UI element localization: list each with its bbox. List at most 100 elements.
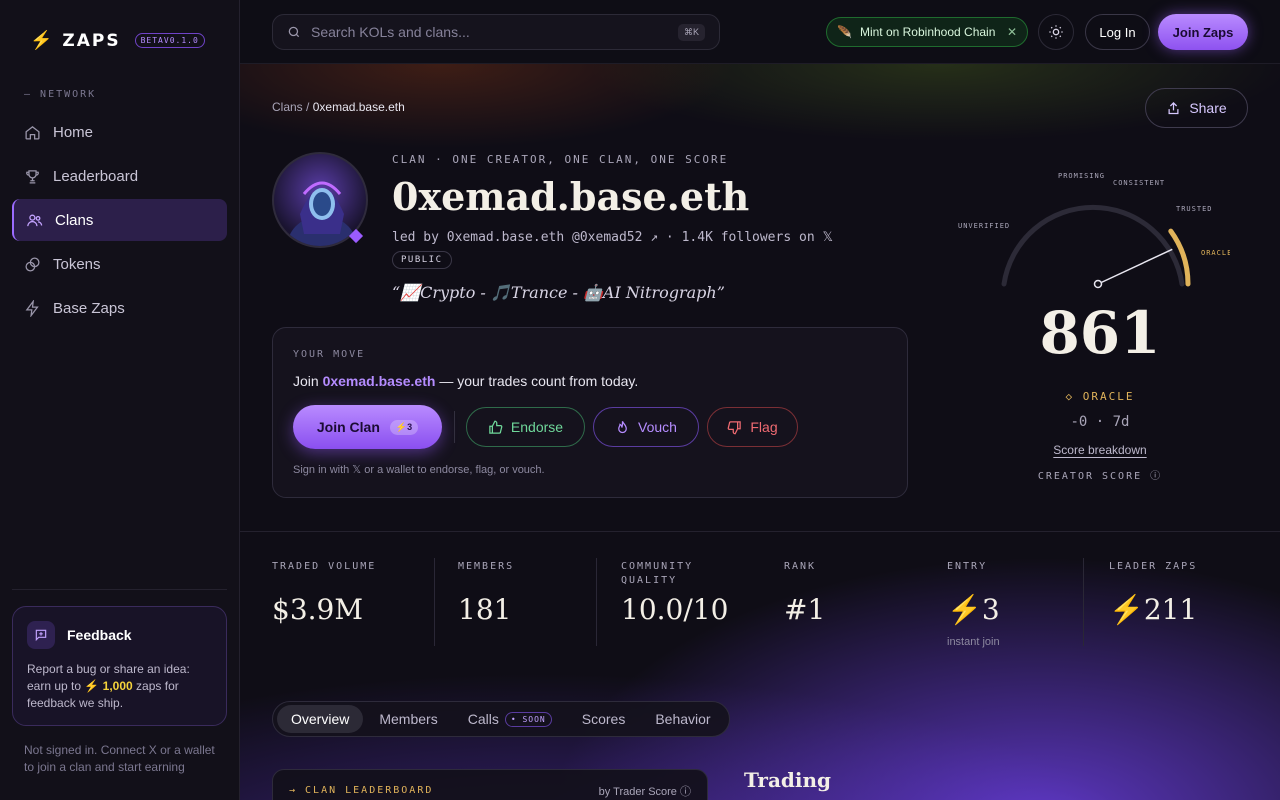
sidebar-item-clans[interactable]: Clans	[12, 199, 227, 241]
your-move-text: Join 0xemad.base.eth — your trades count…	[293, 373, 639, 389]
clan-quote: “📈Crypto - 🎵Trance - 🤖AI Nitrograph”	[392, 283, 725, 302]
tab-scores[interactable]: Scores	[568, 705, 640, 733]
stat-rank: RANK #1	[784, 561, 826, 626]
trophy-icon	[26, 169, 39, 184]
stat-divider	[596, 558, 597, 646]
close-icon[interactable]: ✕	[1007, 25, 1017, 39]
coins-icon	[25, 256, 40, 272]
sign-in-hint: Sign in with 𝕏 or a wallet to endorse, f…	[293, 464, 545, 476]
breadcrumb: Clans / 0xemad.base.eth	[272, 100, 405, 114]
feedback-text: Report a bug or share an idea: earn up t…	[27, 662, 190, 710]
sidebar-item-base-zaps[interactable]: Base Zaps	[12, 287, 227, 329]
version-badge: BETAV0.1.0	[134, 33, 205, 48]
join-cost-badge: ⚡3	[389, 419, 419, 435]
stat-members: MEMBERS 181	[458, 561, 515, 626]
join-clan-button[interactable]: Join Clan ⚡3	[293, 405, 442, 449]
sidebar-item-tokens[interactable]: Tokens	[12, 243, 227, 285]
sidebar-divider	[12, 589, 227, 590]
main-content: Clans / 0xemad.base.eth Share CLAN · ONE…	[240, 64, 1280, 800]
flame-icon	[618, 420, 627, 433]
mint-banner[interactable]: 🪶 Mint on Robinhood Chain ✕	[826, 17, 1028, 47]
login-button[interactable]: Log In	[1085, 14, 1150, 50]
search-shortcut: ⌘K	[677, 23, 705, 41]
feedback-card[interactable]: Feedback Report a bug or share an idea: …	[12, 606, 227, 726]
your-move-label: YOUR MOVE	[293, 349, 366, 360]
thumbs-down-icon	[727, 420, 742, 434]
stat-divider	[1083, 558, 1084, 646]
sidebar-nav: Home Leaderboard Clans Tokens Base Zaps	[12, 111, 227, 331]
brand-name: ZAPS	[62, 30, 121, 51]
section-divider	[240, 531, 1280, 532]
sidebar-item-label: Home	[53, 123, 94, 141]
gauge-tier-label: CONSISTENT	[1113, 179, 1165, 187]
search-input[interactable]	[311, 24, 668, 40]
clan-tagline: CLAN · ONE CREATOR, ONE CLAN, ONE SCORE	[392, 153, 729, 166]
leaderboard-sort[interactable]: by Trader Score ⓘ	[599, 783, 691, 799]
endorse-button[interactable]: Endorse	[466, 407, 585, 447]
feedback-title-row: Feedback	[27, 621, 212, 649]
gauge-tier-label: ORACLE	[1201, 249, 1230, 257]
gauge-tier-label: TRUSTED	[1176, 205, 1213, 213]
share-button[interactable]: Share	[1145, 88, 1248, 128]
bolt-logo-icon: ⚡	[30, 30, 53, 50]
theme-toggle-button[interactable]	[1038, 14, 1074, 50]
sun-icon	[1049, 25, 1063, 39]
sidebar-item-label: Base Zaps	[53, 299, 125, 317]
sidebar-item-label: Leaderboard	[53, 167, 139, 185]
logo[interactable]: ⚡ ZAPS BETAV0.1.0	[30, 30, 205, 51]
your-move-card: YOUR MOVE Join 0xemad.base.eth — your tr…	[272, 327, 908, 498]
visibility-badge: PUBLIC	[392, 251, 452, 269]
zap-amount: ⚡ 1,000	[84, 679, 133, 693]
app-root: ⚡ ZAPS BETAV0.1.0 — NETWORK Home Leaderb…	[0, 0, 1280, 800]
sidebar-item-leaderboard[interactable]: Leaderboard	[12, 155, 227, 197]
clan-leader-info[interactable]: led by 0xemad.base.eth @0xemad52 ↗ · 1.4…	[392, 230, 833, 245]
gauge-needle	[1097, 248, 1173, 285]
breadcrumb-clans-link[interactable]: Clans	[272, 100, 303, 114]
join-zaps-button[interactable]: Join Zaps	[1158, 14, 1248, 50]
topbar: ⌘K 🪶 Mint on Robinhood Chain ✕ Log In Jo…	[240, 0, 1280, 64]
creator-score-caption: CREATOR SCORE ⓘ	[1037, 471, 1163, 482]
clan-leaderboard-card: → CLAN LEADERBOARD by Trader Score ⓘ	[272, 769, 708, 800]
creator-score-gauge: UNVERIFIED PROMISING CONSISTENT TRUSTED …	[958, 172, 1230, 289]
nav-section-label: — NETWORK	[24, 89, 97, 100]
stat-community-quality: COMMUNITY QUALITY 10.0/10	[621, 561, 729, 626]
stat-entry: ENTRY ⚡3 instant join	[947, 561, 1000, 648]
bolt-icon	[25, 299, 39, 317]
feedback-title: Feedback	[67, 627, 132, 643]
gauge-tier-label: PROMISING	[1058, 172, 1105, 180]
score-tier: ◇ ORACLE	[1065, 390, 1135, 403]
soon-badge: • SOON	[504, 711, 552, 727]
mint-label: Mint on Robinhood Chain	[859, 25, 996, 39]
flag-button[interactable]: Flag	[707, 407, 798, 447]
not-signed-in-note: Not signed in. Connect X or a wallet to …	[24, 743, 215, 774]
stat-traded-volume: TRADED VOLUME $3.9M	[272, 561, 377, 626]
score-delta: -0 · 7d	[1070, 414, 1130, 430]
vouch-button[interactable]: Vouch	[593, 407, 699, 447]
share-icon	[1168, 101, 1179, 114]
sidebar: ⚡ ZAPS BETAV0.1.0 — NETWORK Home Leaderb…	[0, 0, 240, 800]
stat-leader-zaps: LEADER ZAPS ⚡211	[1109, 561, 1198, 626]
creator-score-value: 861	[1039, 299, 1161, 367]
feather-icon: 🪶	[837, 25, 852, 39]
leaderboard-title: → CLAN LEADERBOARD	[289, 785, 434, 796]
tab-members[interactable]: Members	[365, 705, 451, 733]
tab-overview[interactable]: Overview	[277, 705, 364, 733]
users-icon	[27, 214, 43, 226]
tab-behavior[interactable]: Behavior	[641, 705, 724, 733]
home-icon	[25, 125, 40, 140]
sidebar-item-home[interactable]: Home	[12, 111, 227, 153]
stat-divider	[434, 558, 435, 646]
clan-name: 0xemad.base.eth	[392, 174, 750, 219]
trading-heading: Trading	[744, 768, 832, 792]
message-plus-icon	[27, 621, 55, 649]
score-breakdown-link[interactable]: Score breakdown	[1000, 443, 1200, 457]
sidebar-item-label: Clans	[55, 211, 94, 229]
search-bar[interactable]: ⌘K	[272, 14, 720, 50]
tab-calls[interactable]: Calls • SOON	[454, 705, 566, 733]
button-divider	[454, 411, 455, 443]
gauge-tier-label: UNVERIFIED	[958, 222, 1010, 230]
sidebar-item-label: Tokens	[53, 255, 101, 273]
search-icon	[288, 26, 300, 38]
breadcrumb-current: 0xemad.base.eth	[312, 100, 405, 114]
clan-tabs: Overview Members Calls • SOON Scores Beh…	[272, 701, 730, 737]
